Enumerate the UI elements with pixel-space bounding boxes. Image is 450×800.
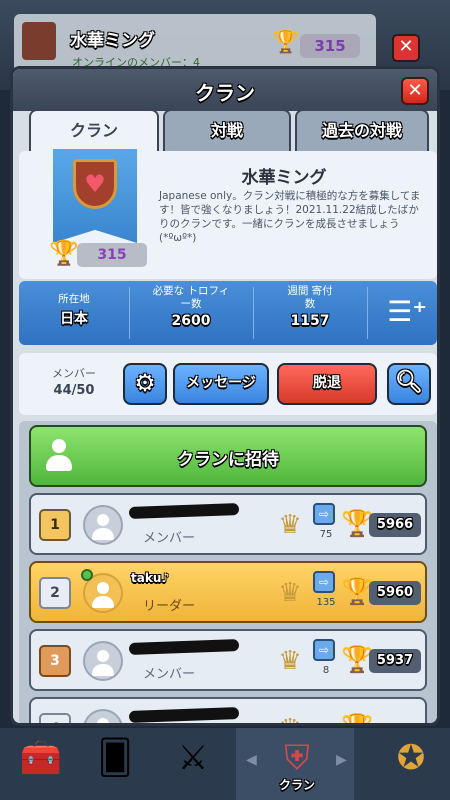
- rank-badge: 2: [39, 577, 71, 609]
- nav-active-label: クラン: [278, 778, 315, 792]
- stat-required-label: 必要な トロフィー数: [152, 285, 230, 310]
- member-role: メンバー: [143, 531, 196, 546]
- members-label: メンバー: [52, 367, 96, 380]
- member-trophies: 5966: [369, 513, 421, 537]
- modal-title: クラン: [195, 81, 255, 105]
- member-name: taku♪: [131, 571, 170, 585]
- swords-icon: ⚔: [177, 738, 209, 778]
- clan-description: Japanese only。クラン対戦に積極的な方を募集してます！皆で強くなりま…: [159, 190, 421, 244]
- member-row[interactable]: 4 ♛ 🏆: [29, 697, 427, 723]
- donation-count: 75: [319, 529, 333, 540]
- redacted-name: [128, 707, 240, 723]
- donation-icon: ⇨: [313, 639, 335, 661]
- trophy-icon: 🏆: [341, 713, 373, 723]
- background-trophy-icon: 🏆: [272, 30, 300, 55]
- modal-header: クラン ✕: [13, 69, 437, 111]
- avatar: [83, 709, 123, 723]
- member-trophies: 5937: [369, 649, 421, 673]
- tab-clan[interactable]: クラン: [29, 109, 159, 151]
- clan-stats-bar: 所在地 日本 必要な トロフィー数 2600 週間 寄付数 1157 ☰⁺: [19, 281, 437, 345]
- background-trophy-count: 315: [300, 34, 360, 58]
- background-clan-badge-icon: [22, 22, 56, 60]
- stat-required-trophies: 必要な トロフィー数 2600: [131, 285, 251, 341]
- stat-donations-label: 週間 寄付数: [287, 285, 333, 310]
- settings-button[interactable]: ⚙: [123, 363, 167, 405]
- clan-trophy-count: 315: [77, 243, 147, 267]
- clan-name: 水華ミング: [241, 168, 327, 188]
- chevron-right-icon: ▶: [336, 752, 347, 768]
- message-button[interactable]: メッセージ: [173, 363, 269, 405]
- redacted-name: [128, 639, 240, 655]
- invite-button[interactable]: クランに招待: [29, 425, 427, 487]
- stat-location-value: 日本: [60, 311, 88, 327]
- member-list[interactable]: クランに招待 1 メンバー ♛ ⇨ 75 🏆 5966 2 taku♪ リーダー…: [19, 421, 437, 723]
- member-row[interactable]: 1 メンバー ♛ ⇨ 75 🏆 5966: [29, 493, 427, 555]
- arena-icon: ♛: [278, 646, 302, 676]
- stat-divider: [253, 287, 254, 339]
- avatar: [83, 641, 123, 681]
- online-indicator: [81, 569, 93, 581]
- list-add-icon[interactable]: ☰⁺: [387, 295, 427, 328]
- bottom-nav: 🧰 🂠 ⚔ ⛨ ✪: [0, 728, 450, 800]
- gear-icon: ⚙: [134, 369, 156, 397]
- stat-weekly-donations: 週間 寄付数 1157: [255, 285, 365, 341]
- clan-modal: クラン ✕ クラン 対戦 過去の対戦 ♥ 水華ミング Japanese only…: [10, 66, 440, 726]
- search-button[interactable]: 🔍︎: [387, 363, 431, 405]
- tab-war-history[interactable]: 過去の対戦: [295, 109, 429, 151]
- stat-divider: [367, 287, 368, 339]
- chest-icon: 🧰: [19, 738, 63, 778]
- background-clan-name: 水華ミング: [70, 31, 155, 51]
- nav-events[interactable]: ✪: [376, 734, 446, 794]
- stat-required-value: 2600: [171, 313, 211, 329]
- tab-war[interactable]: 対戦: [163, 109, 291, 151]
- search-icon: 🔍︎: [395, 370, 423, 395]
- avatar: [83, 505, 123, 545]
- arena-icon: ♛: [278, 578, 302, 608]
- member-row[interactable]: 3 メンバー ♛ ⇨ 8 🏆 5937: [29, 629, 427, 691]
- rank-badge: 1: [39, 509, 71, 541]
- clan-trophy-icon: 🏆: [49, 239, 79, 267]
- cards-icon: 🂠: [97, 738, 133, 778]
- background-close-icon: ✕: [392, 34, 420, 62]
- leave-button[interactable]: 脱退: [277, 363, 377, 405]
- clan-badge-icon: ♥: [73, 159, 117, 209]
- clan-shield-icon: ⛨: [284, 738, 310, 778]
- rank-badge: 4: [39, 713, 71, 723]
- stat-location-label: 所在地: [58, 293, 90, 305]
- arena-icon: ♛: [275, 711, 305, 723]
- clan-info-panel: ♥ 水華ミング Japanese only。クラン対戦に積極的な方を募集してます…: [19, 149, 437, 279]
- clan-banner: ♥: [53, 149, 137, 243]
- chevron-left-icon: ◀: [246, 752, 257, 768]
- rank-badge: 3: [39, 645, 71, 677]
- events-icon: ✪: [396, 738, 426, 778]
- close-button[interactable]: ✕: [401, 77, 429, 105]
- nav-battle[interactable]: ⚔: [158, 734, 228, 794]
- donation-count: 8: [322, 665, 330, 676]
- members-count: 44/50: [53, 383, 95, 398]
- donation-icon: ⇨: [313, 571, 335, 593]
- redacted-name: [128, 503, 240, 519]
- stat-divider: [129, 287, 130, 339]
- tab-bar: クラン 対戦 過去の対戦: [29, 109, 429, 153]
- donation-count: 135: [316, 597, 336, 608]
- member-role: メンバー: [143, 667, 196, 682]
- member-role: リーダー: [143, 599, 196, 614]
- nav-cards[interactable]: 🂠: [80, 734, 150, 794]
- stat-donations-value: 1157: [290, 313, 330, 329]
- member-row-highlighted[interactable]: 2 taku♪ リーダー ♛ ⇨ 135 🏆 5960: [29, 561, 427, 623]
- stat-location: 所在地 日本: [19, 285, 129, 341]
- arena-icon: ♛: [278, 510, 302, 540]
- member-trophies: 5960: [369, 581, 421, 605]
- donation-icon: ⇨: [313, 503, 335, 525]
- nav-shop[interactable]: 🧰: [6, 734, 76, 794]
- clan-actions-bar: メンバー 44/50 ⚙ メッセージ 脱退 🔍︎: [19, 353, 437, 415]
- invite-label: クランに招待: [177, 450, 279, 470]
